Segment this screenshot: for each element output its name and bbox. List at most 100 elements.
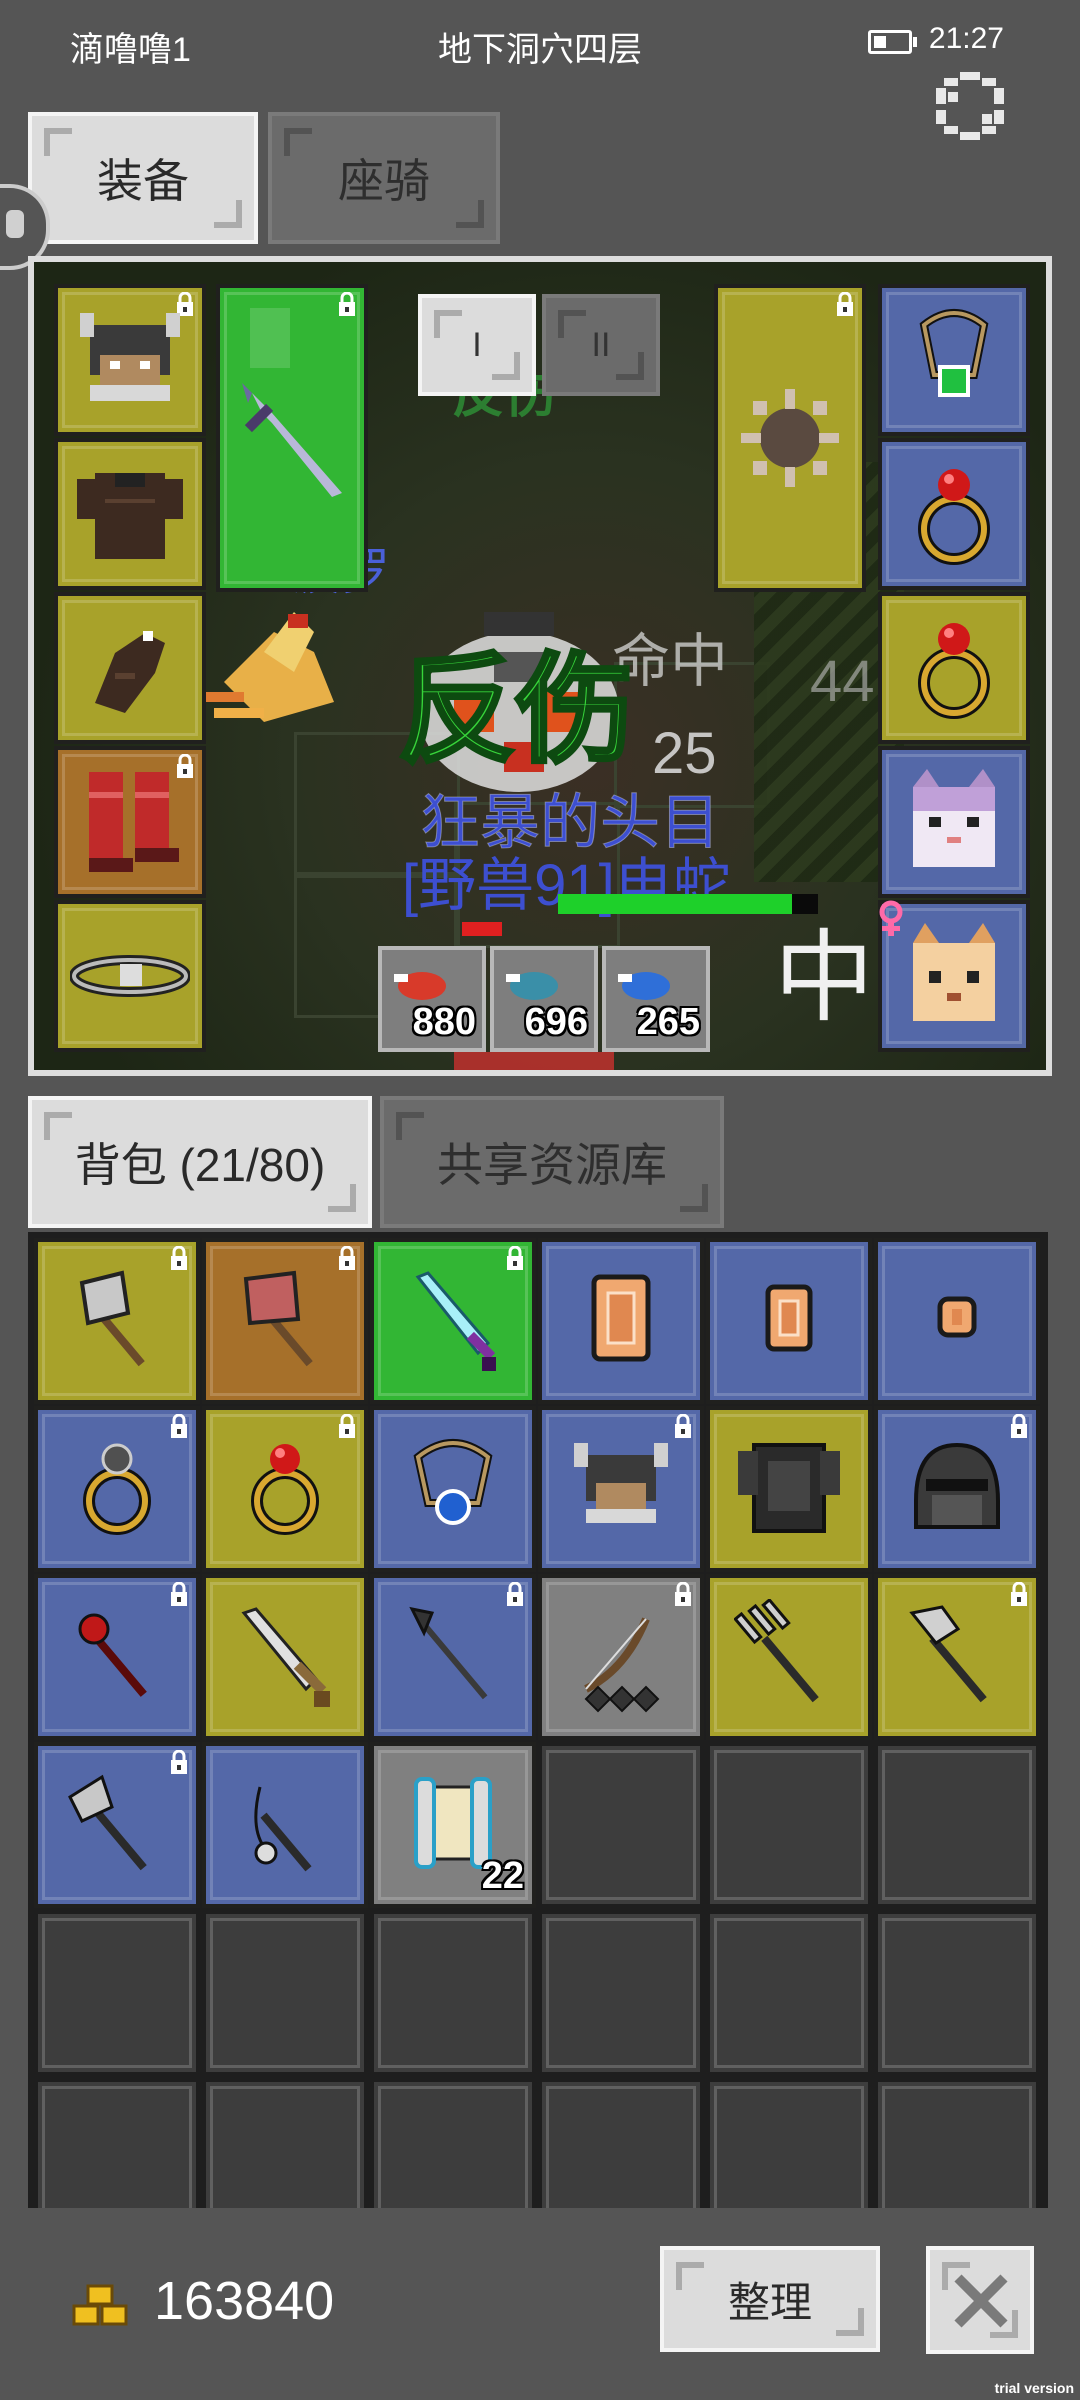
inventory-grid: 22 (28, 1232, 1048, 2208)
potion-teal-slot[interactable]: 696 (490, 946, 598, 1052)
inventory-slot-empty[interactable] (706, 2078, 872, 2208)
inventory-slot[interactable] (874, 1406, 1040, 1572)
equip-page-1-button[interactable]: I (418, 294, 536, 396)
inventory-slot[interactable] (34, 1742, 200, 1908)
fox-pet-icon (913, 923, 995, 1021)
emerald-necklace-icon (919, 309, 989, 397)
potion-red-slot[interactable]: 880 (378, 946, 486, 1052)
potion-teal-count: 696 (524, 1001, 588, 1043)
dark-armor-icon (738, 1443, 840, 1533)
tab-backpack[interactable]: 背包 (21/80) (28, 1096, 372, 1228)
slot-gloves[interactable] (54, 592, 206, 744)
inventory-slot[interactable] (706, 1574, 872, 1740)
clock: 21:27 (928, 22, 1004, 55)
inventory-slot[interactable] (538, 1574, 704, 1740)
slot-boots[interactable] (54, 746, 206, 898)
inventory-slot-empty[interactable] (874, 1910, 1040, 2076)
lock-icon (339, 292, 355, 316)
small-rune-icon (937, 1296, 977, 1338)
boss-hp-fill (558, 894, 792, 914)
gold-amount: 163840 (154, 2271, 335, 2331)
floating-text-counter-damage: 反伤 (396, 643, 636, 779)
inventory-slot[interactable] (538, 1238, 704, 1404)
refresh-icon[interactable] (930, 72, 1010, 144)
tab-mount[interactable]: 座骑 (268, 112, 500, 244)
slot-belt[interactable] (54, 900, 206, 1052)
inventory-slot[interactable] (202, 1742, 368, 1908)
slot-ring-2[interactable] (878, 592, 1030, 744)
inventory-slot-empty[interactable] (202, 1910, 368, 2076)
inventory-slot-empty[interactable] (538, 2078, 704, 2208)
slot-pet-1[interactable] (878, 746, 1030, 898)
slot-armor[interactable] (54, 438, 206, 590)
potion-blue-slot[interactable]: 265 (602, 946, 710, 1052)
inventory-slot[interactable] (34, 1406, 200, 1572)
medium-rune-icon (765, 1284, 813, 1352)
inventory-slot-empty[interactable] (538, 1910, 704, 2076)
watermark: trial version (994, 2380, 1074, 2396)
inventory-slot[interactable] (538, 1406, 704, 1572)
red-wand-icon (78, 1613, 147, 1697)
steel-helmet-icon (914, 1442, 1000, 1529)
red-boots-icon (89, 772, 179, 872)
inventory-slot-empty[interactable] (34, 2078, 200, 2208)
potion-red-count: 880 (412, 1001, 476, 1043)
broadsword-icon (241, 1607, 330, 1707)
inventory-slot[interactable] (874, 1574, 1040, 1740)
inventory-slot-empty[interactable] (706, 1910, 872, 2076)
inventory-slot[interactable] (874, 1238, 1040, 1404)
inventory-slot[interactable] (34, 1238, 200, 1404)
poleaxe-icon (68, 1774, 147, 1871)
inventory-slot[interactable] (370, 1238, 536, 1404)
close-button[interactable] (926, 2246, 1034, 2354)
tab-shared-storage[interactable]: 共享资源库 (380, 1096, 724, 1228)
equip-page-2-label: II (591, 325, 611, 364)
inventory-slot[interactable] (202, 1406, 368, 1572)
slot-pet-2[interactable] (878, 900, 1030, 1052)
inventory-slot[interactable] (370, 1574, 536, 1740)
inventory-slot[interactable] (706, 1238, 872, 1404)
inventory-slot[interactable] (370, 1406, 536, 1572)
equipment-panel: 反伤 波罗 命中 44 反伤 25 狂暴的头目 [野兽91]电蛇 中 I II (28, 256, 1052, 1076)
halberd-icon (909, 1605, 987, 1703)
axe-icon (79, 1270, 145, 1367)
equip-page-1-label: I (472, 325, 482, 364)
dagger-icon (242, 383, 342, 497)
inventory-slot[interactable] (34, 1574, 200, 1740)
inventory-slot[interactable] (202, 1574, 368, 1740)
bow-icon (584, 1617, 660, 1713)
slot-main-weapon[interactable] (216, 284, 368, 592)
inventory-slot-empty[interactable] (202, 2078, 368, 2208)
cyan-sword-icon (415, 1271, 496, 1371)
sort-button-label: 整理 (727, 2278, 812, 2326)
slot-helmet[interactable] (54, 284, 206, 436)
horned-helmet-icon (80, 313, 180, 401)
item-quantity: 22 (481, 1855, 524, 1897)
slot-necklace[interactable] (878, 284, 1030, 436)
large-rune-icon (591, 1274, 651, 1362)
battery-icon (868, 30, 917, 54)
inventory-slot-empty[interactable] (370, 2078, 536, 2208)
inventory-slot[interactable] (706, 1406, 872, 1572)
tab-mount-label: 座骑 (338, 155, 430, 207)
tab-equipment[interactable]: 装备 (28, 112, 258, 244)
ruby-ring-icon (918, 469, 990, 565)
inventory-slot-empty[interactable] (34, 1910, 200, 2076)
sapphire-necklace-icon (413, 1439, 493, 1525)
inventory-slot-empty[interactable] (706, 1742, 872, 1908)
inventory-slot-empty[interactable] (538, 1742, 704, 1908)
slot-offhand[interactable] (714, 284, 866, 592)
sort-button[interactable]: 整理 (660, 2246, 880, 2352)
teal-potion-icon (506, 972, 558, 1000)
inventory-slot[interactable] (202, 1238, 368, 1404)
belt-icon (70, 955, 190, 997)
inventory-slot[interactable]: 22 (370, 1742, 536, 1908)
slot-ring-1[interactable] (878, 438, 1030, 590)
floating-text-number-44: 44 (810, 649, 875, 714)
inventory-slot-empty[interactable] (370, 1910, 536, 2076)
inventory-slot-empty[interactable] (874, 2078, 1040, 2208)
gold-coins-icon (70, 2282, 136, 2332)
inventory-slot-empty[interactable] (874, 1742, 1040, 1908)
tab-backpack-label: 背包 (21/80) (74, 1139, 326, 1191)
equip-page-2-button[interactable]: II (542, 294, 660, 396)
